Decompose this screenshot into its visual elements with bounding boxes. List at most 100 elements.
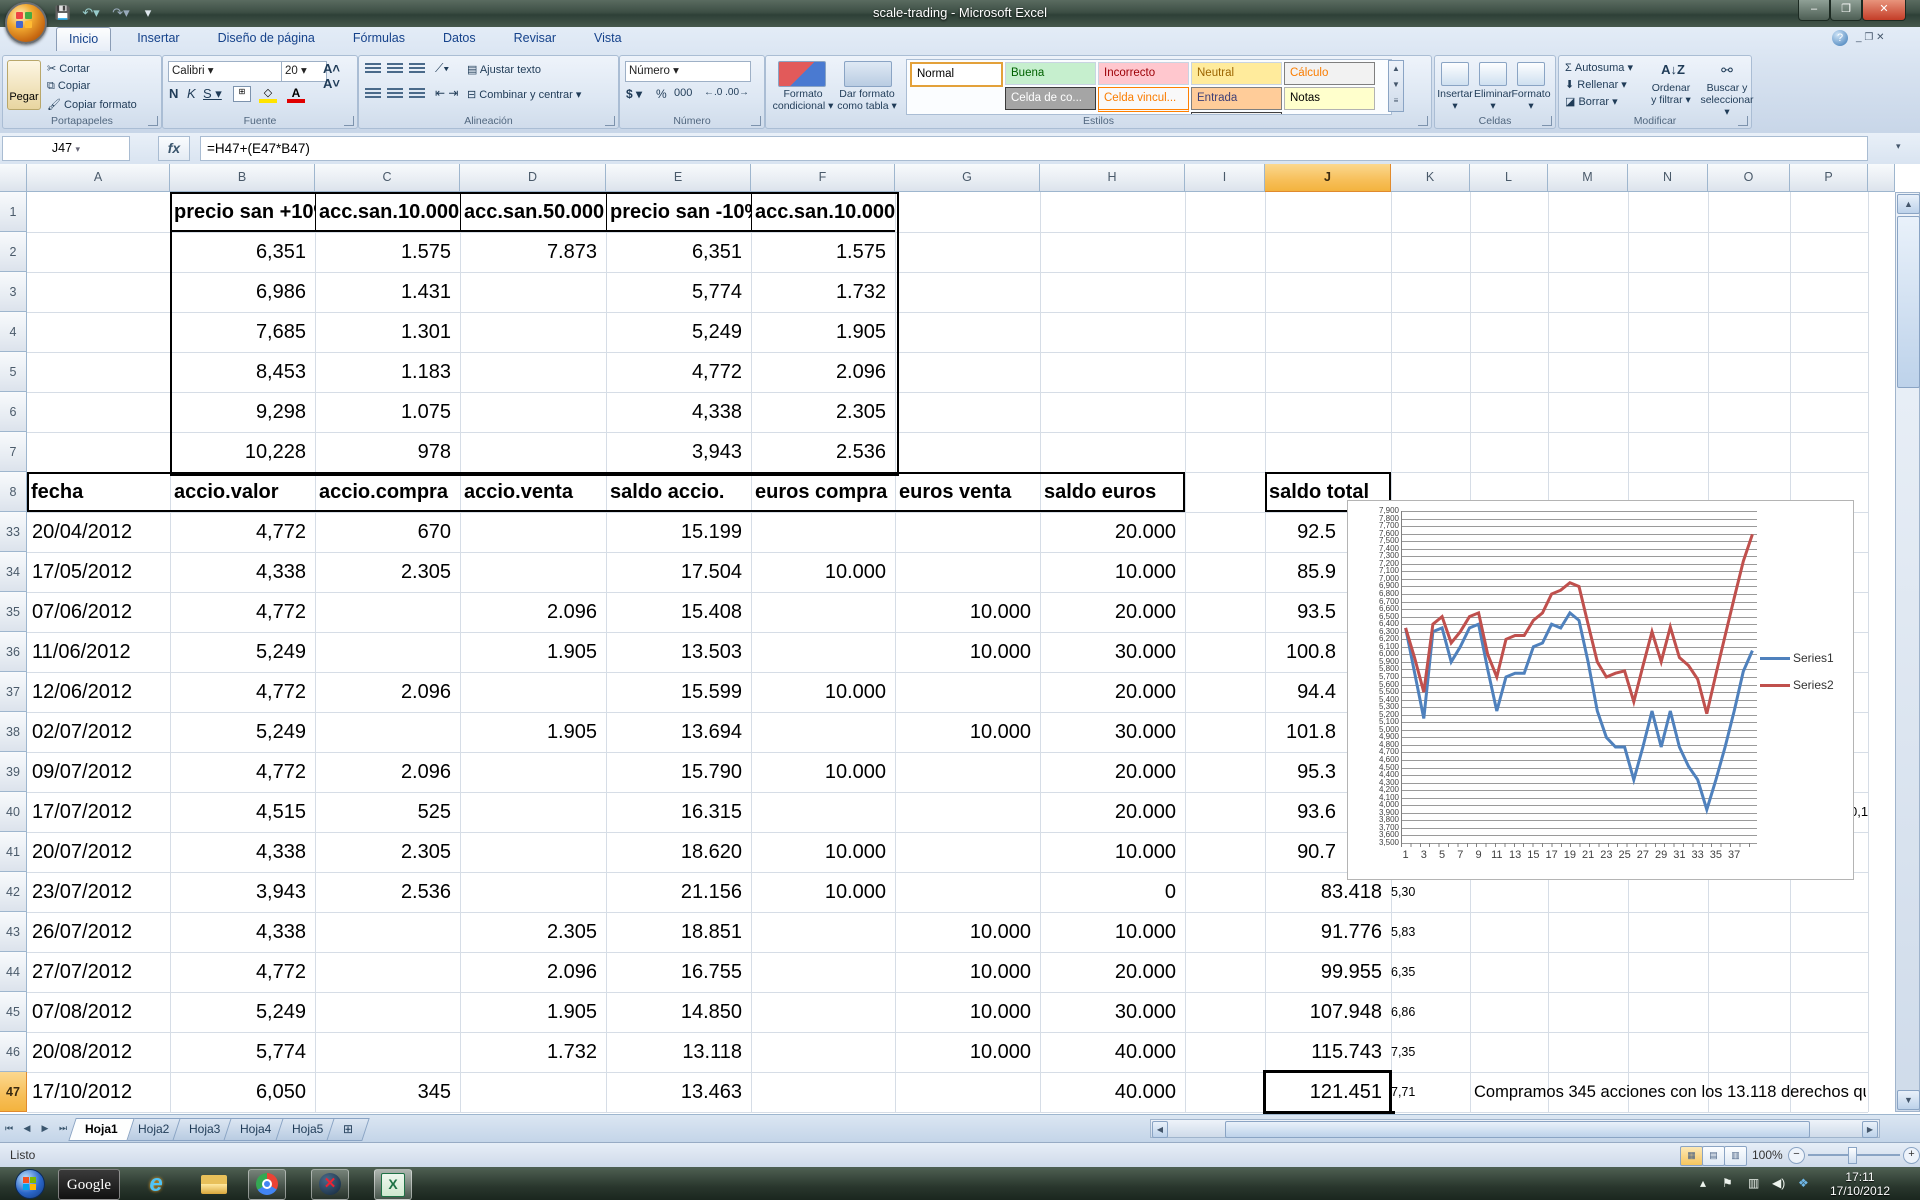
cell-saldo-total-40[interactable]: 93.6 <box>1265 792 1345 832</box>
cell-fecha-47[interactable]: 17/10/2012 <box>27 1072 170 1112</box>
row-header-37[interactable]: 37 <box>0 672 27 712</box>
cell-E36[interactable]: 13.503 <box>606 632 751 672</box>
find-select-button[interactable]: Buscar y seleccionar ▾ <box>1699 82 1755 118</box>
column-header-N[interactable]: N <box>1628 164 1708 192</box>
cell-fecha-35[interactable]: 07/06/2012 <box>27 592 170 632</box>
group-celdas-dialog-launcher[interactable] <box>1542 116 1552 126</box>
vscroll-down-arrow[interactable]: ▼ <box>1897 1090 1920 1110</box>
cell-H47[interactable]: 40.000 <box>1040 1072 1185 1112</box>
cell-fecha-40[interactable]: 17/07/2012 <box>27 792 170 832</box>
cell-B40[interactable]: 4,515 <box>170 792 315 832</box>
cell-C4[interactable]: 1.301 <box>315 312 460 352</box>
cell-saldo-total-36[interactable]: 100.8 <box>1265 632 1345 672</box>
indent-buttons[interactable]: ⇤ ⇥ <box>435 86 458 100</box>
row-header-33[interactable]: 33 <box>0 512 27 552</box>
cell-header-A8[interactable]: fecha <box>27 472 170 512</box>
column-header-C[interactable]: C <box>315 164 460 192</box>
cell-E42[interactable]: 21.156 <box>606 872 751 912</box>
office-button[interactable] <box>5 2 47 44</box>
cell-G38[interactable]: 10.000 <box>895 712 1040 752</box>
wrap-text-button[interactable]: ▤ Ajustar texto <box>467 63 541 76</box>
cell-E39[interactable]: 15.790 <box>606 752 751 792</box>
row-header-43[interactable]: 43 <box>0 912 27 952</box>
chart-legend-series2[interactable]: Series2 <box>1760 678 1834 692</box>
column-header-H[interactable]: H <box>1040 164 1185 192</box>
cell-saldo-total-34[interactable]: 85.9 <box>1265 552 1345 592</box>
cell-D45[interactable]: 1.905 <box>460 992 606 1032</box>
group-portapapeles-dialog-launcher[interactable] <box>148 116 158 126</box>
column-header-K[interactable]: K <box>1391 164 1470 192</box>
cell-header-E8[interactable]: saldo accio. <box>606 472 751 512</box>
cell-E33[interactable]: 15.199 <box>606 512 751 552</box>
cell-D44[interactable]: 2.096 <box>460 952 606 992</box>
zoom-slider-thumb[interactable] <box>1848 1147 1857 1164</box>
restore-button[interactable]: ❐ <box>1830 0 1862 21</box>
row-header-47[interactable]: 47 <box>0 1072 27 1112</box>
cell-B4[interactable]: 7,685 <box>170 312 315 352</box>
cell-G46[interactable]: 10.000 <box>895 1032 1040 1072</box>
column-header-E[interactable]: E <box>606 164 751 192</box>
cell-H42[interactable]: 0 <box>1040 872 1185 912</box>
cell-E2[interactable]: 6,351 <box>606 232 751 272</box>
cell-extra-46[interactable]: 7,35 <box>1391 1032 1453 1072</box>
cell-style-celda-vincul-[interactable]: Celda vincul... <box>1098 87 1189 112</box>
cell-E35[interactable]: 15.408 <box>606 592 751 632</box>
sheet-nav-prev[interactable]: ◀ <box>19 1120 35 1136</box>
cell-F7[interactable]: 2.536 <box>751 432 895 472</box>
cell-H44[interactable]: 20.000 <box>1040 952 1185 992</box>
decimal-buttons[interactable]: ←.0 .00→ <box>704 87 749 98</box>
cell-header-F8[interactable]: euros compra <box>751 472 895 512</box>
fill-button[interactable]: ⬇ Rellenar ▾ <box>1565 78 1627 91</box>
align-top-middle-bottom-icon[interactable] <box>365 63 381 75</box>
cell-fecha-36[interactable]: 11/06/2012 <box>27 632 170 672</box>
cell-saldo-total-38[interactable]: 101.8 <box>1265 712 1345 752</box>
cell-B36[interactable]: 5,249 <box>170 632 315 672</box>
column-header-L[interactable]: L <box>1470 164 1548 192</box>
zoom-in-button[interactable]: + <box>1903 1147 1920 1164</box>
cell-F6[interactable]: 2.305 <box>751 392 895 432</box>
align-left-center-right-icon[interactable] <box>387 88 403 100</box>
cell-D35[interactable]: 2.096 <box>460 592 606 632</box>
cell-fecha-38[interactable]: 02/07/2012 <box>27 712 170 752</box>
cell-extra-47[interactable]: 7,71 <box>1391 1072 1453 1112</box>
cell-D38[interactable]: 1.905 <box>460 712 606 752</box>
minimize-button[interactable]: – <box>1798 0 1830 21</box>
row-header-41[interactable]: 41 <box>0 832 27 872</box>
chart-series-1-line[interactable] <box>1406 613 1753 810</box>
cell-header-H8[interactable]: saldo euros <box>1040 472 1185 512</box>
format-painter-button[interactable]: 🖌 Copiar formato <box>47 98 137 111</box>
row-header-36[interactable]: 36 <box>0 632 27 672</box>
tray-clock[interactable]: 17:11 17/10/2012 <box>1830 1170 1890 1198</box>
cell-H45[interactable]: 30.000 <box>1040 992 1185 1032</box>
hscroll-right-arrow[interactable]: ▶ <box>1862 1121 1878 1138</box>
formula-input[interactable]: =H47+(E47*B47) <box>200 136 1868 161</box>
cell-fecha-34[interactable]: 17/05/2012 <box>27 552 170 592</box>
cell-B38[interactable]: 5,249 <box>170 712 315 752</box>
column-header-M[interactable]: M <box>1548 164 1628 192</box>
row-header-3[interactable]: 3 <box>0 272 27 312</box>
cell-style-c-lculo[interactable]: Cálculo <box>1284 62 1375 85</box>
column-header-B[interactable]: B <box>170 164 315 192</box>
cell-header-F1[interactable]: acc.san.10.000 <box>751 192 895 232</box>
workbook-window-controls[interactable]: _ ❐ ✕ <box>1856 32 1916 43</box>
clear-button[interactable]: ◪ Borrar ▾ <box>1565 95 1618 108</box>
cell-E44[interactable]: 16.755 <box>606 952 751 992</box>
ribbon-tab-revisar[interactable]: Revisar <box>502 27 568 50</box>
column-header-O[interactable]: O <box>1708 164 1790 192</box>
cell-style-normal[interactable]: Normal <box>910 62 1003 87</box>
cell-saldo-total-41[interactable]: 90.7 <box>1265 832 1345 872</box>
zoom-out-button[interactable]: − <box>1788 1147 1805 1164</box>
cell-E46[interactable]: 13.118 <box>606 1032 751 1072</box>
cell-C2[interactable]: 1.575 <box>315 232 460 272</box>
underline-button[interactable]: S ▾ <box>203 86 222 102</box>
cell-H38[interactable]: 30.000 <box>1040 712 1185 752</box>
ribbon-tab-inicio[interactable]: Inicio <box>56 27 111 51</box>
cell-fecha-42[interactable]: 23/07/2012 <box>27 872 170 912</box>
action-center-flag-icon[interactable]: ⚑ <box>1722 1176 1733 1190</box>
copy-button[interactable]: ⧉ Copiar <box>47 80 90 93</box>
row-header-4[interactable]: 4 <box>0 312 27 352</box>
view-normal-button[interactable]: ▦ <box>1680 1146 1703 1166</box>
align-top-middle-bottom-icon[interactable] <box>387 63 403 75</box>
cell-note-47[interactable]: Compramos 345 acciones con los 13.118 de… <box>1474 1072 1866 1112</box>
row-header-46[interactable]: 46 <box>0 1032 27 1072</box>
